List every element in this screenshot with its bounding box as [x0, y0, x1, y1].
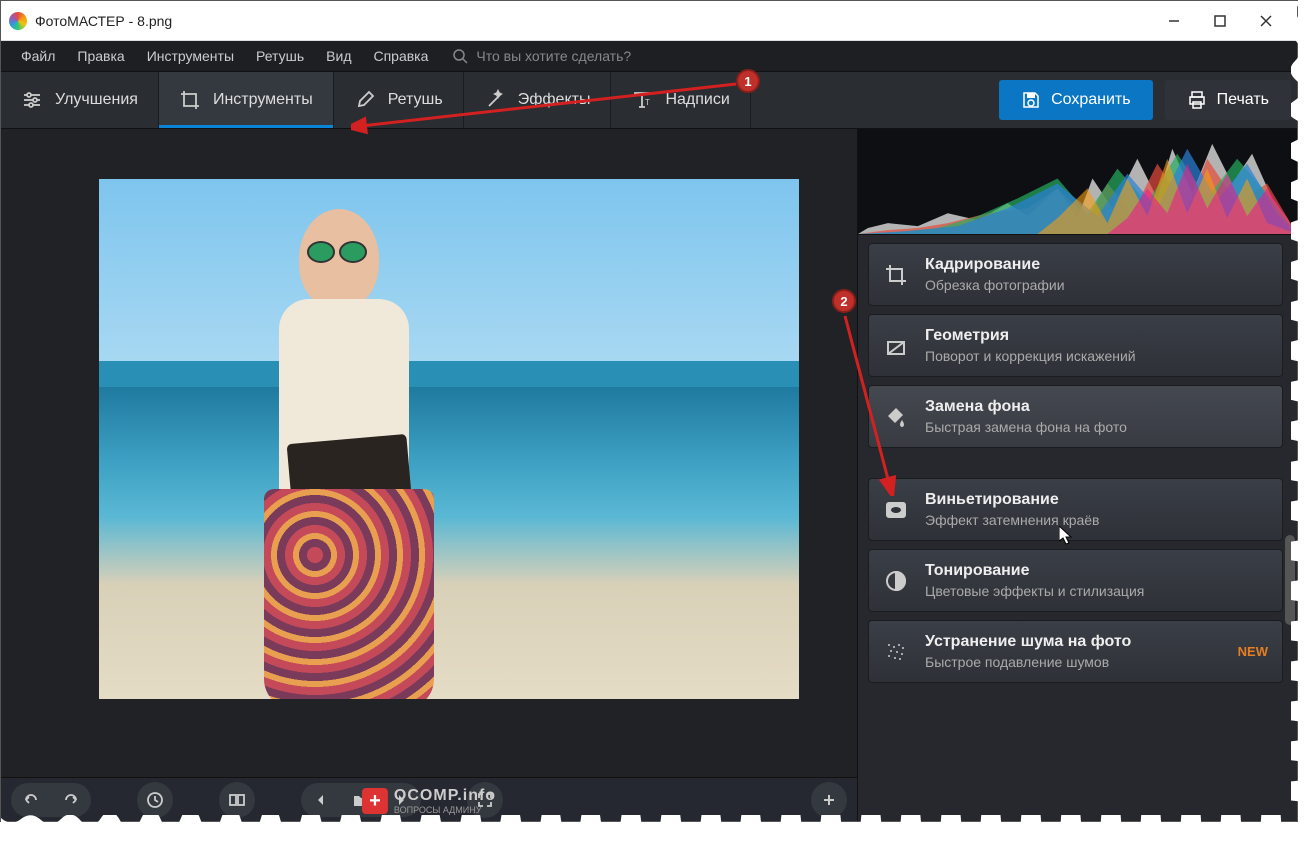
- brush-icon: [354, 89, 376, 111]
- close-button[interactable]: [1243, 5, 1289, 37]
- save-label: Сохранить: [1051, 91, 1131, 109]
- tool-desc: Быстрая замена фона на фото: [925, 419, 1268, 435]
- search-box[interactable]: Что вы хотите сделать?: [452, 48, 631, 64]
- tool-geometry[interactable]: Геометрия Поворот и коррекция искажений: [868, 314, 1283, 377]
- tool-title: Кадрирование: [925, 256, 1268, 274]
- vignette-icon: [883, 497, 909, 523]
- tab-improve-label: Улучшения: [55, 91, 138, 109]
- print-label: Печать: [1217, 91, 1269, 109]
- sliders-icon: [21, 89, 43, 111]
- undo-button[interactable]: [11, 783, 51, 817]
- tool-denoise[interactable]: Устранение шума на фото Быстрое подавлен…: [868, 620, 1283, 683]
- tool-desc: Поворот и коррекция искажений: [925, 348, 1268, 364]
- compare-button[interactable]: [219, 782, 255, 818]
- minimize-button[interactable]: [1151, 5, 1197, 37]
- app-window: ФотоМАСТЕР - 8.png Файл Правка Инструмен…: [0, 0, 1298, 822]
- crop-icon: [179, 89, 201, 111]
- search-icon: [452, 48, 468, 64]
- toning-icon: [883, 568, 909, 594]
- torn-edge-right: [1291, 1, 1305, 823]
- tool-title: Геометрия: [925, 327, 1268, 345]
- tool-title: Тонирование: [925, 562, 1268, 580]
- app-icon: [9, 12, 27, 30]
- tools-list[interactable]: Кадрирование Обрезка фотографии Геометри…: [858, 235, 1297, 821]
- tab-improve[interactable]: Улучшения: [1, 72, 159, 128]
- torn-edge-bottom: [1, 815, 1299, 829]
- print-icon: [1187, 90, 1207, 110]
- tab-tools-label: Инструменты: [213, 91, 313, 109]
- menu-tools[interactable]: Инструменты: [137, 44, 244, 68]
- watermark: + OCOMP.info ВОПРОСЫ АДМИНУ: [362, 787, 496, 815]
- tool-desc: Обрезка фотографии: [925, 277, 1268, 293]
- tool-toning[interactable]: Тонирование Цветовые эффекты и стилизаци…: [868, 549, 1283, 612]
- menu-retouch[interactable]: Ретушь: [246, 44, 314, 68]
- search-placeholder: Что вы хотите сделать?: [476, 48, 631, 64]
- photo-canvas[interactable]: [99, 179, 799, 699]
- tab-retouch-label: Ретушь: [388, 91, 443, 109]
- tool-title: Устранение шума на фото: [925, 633, 1222, 651]
- main-area: + OCOMP.info ВОПРОСЫ АДМИНУ: [1, 129, 1297, 821]
- noise-icon: [883, 639, 909, 665]
- histogram: [858, 129, 1297, 235]
- app-body: Файл Правка Инструменты Ретушь Вид Справ…: [1, 41, 1297, 821]
- sidebar: Кадрирование Обрезка фотографии Геометри…: [857, 129, 1297, 821]
- save-icon: [1021, 90, 1041, 110]
- tab-text[interactable]: T Надписи: [611, 72, 750, 128]
- svg-text:T: T: [645, 98, 650, 107]
- watermark-sub: ВОПРОСЫ АДМИНУ: [394, 805, 496, 815]
- text-icon: T: [631, 89, 653, 111]
- redo-button[interactable]: [51, 783, 91, 817]
- toolbar: Улучшения Инструменты Ретушь Эффекты T Н…: [1, 71, 1297, 129]
- tab-effects-label: Эффекты: [518, 91, 591, 109]
- tab-retouch[interactable]: Ретушь: [334, 72, 464, 128]
- menu-edit[interactable]: Правка: [67, 44, 134, 68]
- save-button[interactable]: Сохранить: [999, 80, 1153, 120]
- tool-crop[interactable]: Кадрирование Обрезка фотографии: [868, 243, 1283, 306]
- paint-bucket-icon: [883, 404, 909, 430]
- menu-view[interactable]: Вид: [316, 44, 361, 68]
- geometry-icon: [883, 333, 909, 359]
- tool-desc: Быстрое подавление шумов: [925, 654, 1222, 670]
- menubar: Файл Правка Инструменты Ретушь Вид Справ…: [1, 41, 1297, 71]
- menu-help[interactable]: Справка: [363, 44, 438, 68]
- history-button[interactable]: [137, 782, 173, 818]
- wand-icon: [484, 89, 506, 111]
- window-title: ФотоМАСТЕР - 8.png: [35, 13, 1151, 29]
- window-controls: [1151, 5, 1289, 37]
- tab-tools[interactable]: Инструменты: [159, 72, 334, 128]
- tool-title: Замена фона: [925, 398, 1268, 416]
- photo-subject: [219, 179, 479, 699]
- watermark-text: OCOMP.info: [394, 787, 496, 805]
- tab-effects[interactable]: Эффекты: [464, 72, 612, 128]
- tool-vignette[interactable]: Виньетирование Эффект затемнения краёв: [868, 478, 1283, 541]
- menu-file[interactable]: Файл: [11, 44, 65, 68]
- tab-text-label: Надписи: [665, 91, 729, 109]
- watermark-icon: +: [362, 788, 388, 814]
- tool-background-replace[interactable]: Замена фона Быстрая замена фона на фото: [868, 385, 1283, 448]
- print-button[interactable]: Печать: [1165, 80, 1291, 120]
- canvas-area: + OCOMP.info ВОПРОСЫ АДМИНУ: [1, 129, 857, 821]
- prev-button[interactable]: [301, 783, 341, 817]
- new-badge: NEW: [1238, 644, 1268, 659]
- tool-desc: Цветовые эффекты и стилизация: [925, 583, 1268, 599]
- tool-desc: Эффект затемнения краёв: [925, 512, 1268, 528]
- zoom-in-button[interactable]: [811, 782, 847, 818]
- titlebar: ФотоМАСТЕР - 8.png: [1, 1, 1297, 41]
- cursor-icon: [1059, 526, 1075, 546]
- crop-icon: [883, 262, 909, 288]
- tool-title: Виньетирование: [925, 491, 1268, 509]
- maximize-button[interactable]: [1197, 5, 1243, 37]
